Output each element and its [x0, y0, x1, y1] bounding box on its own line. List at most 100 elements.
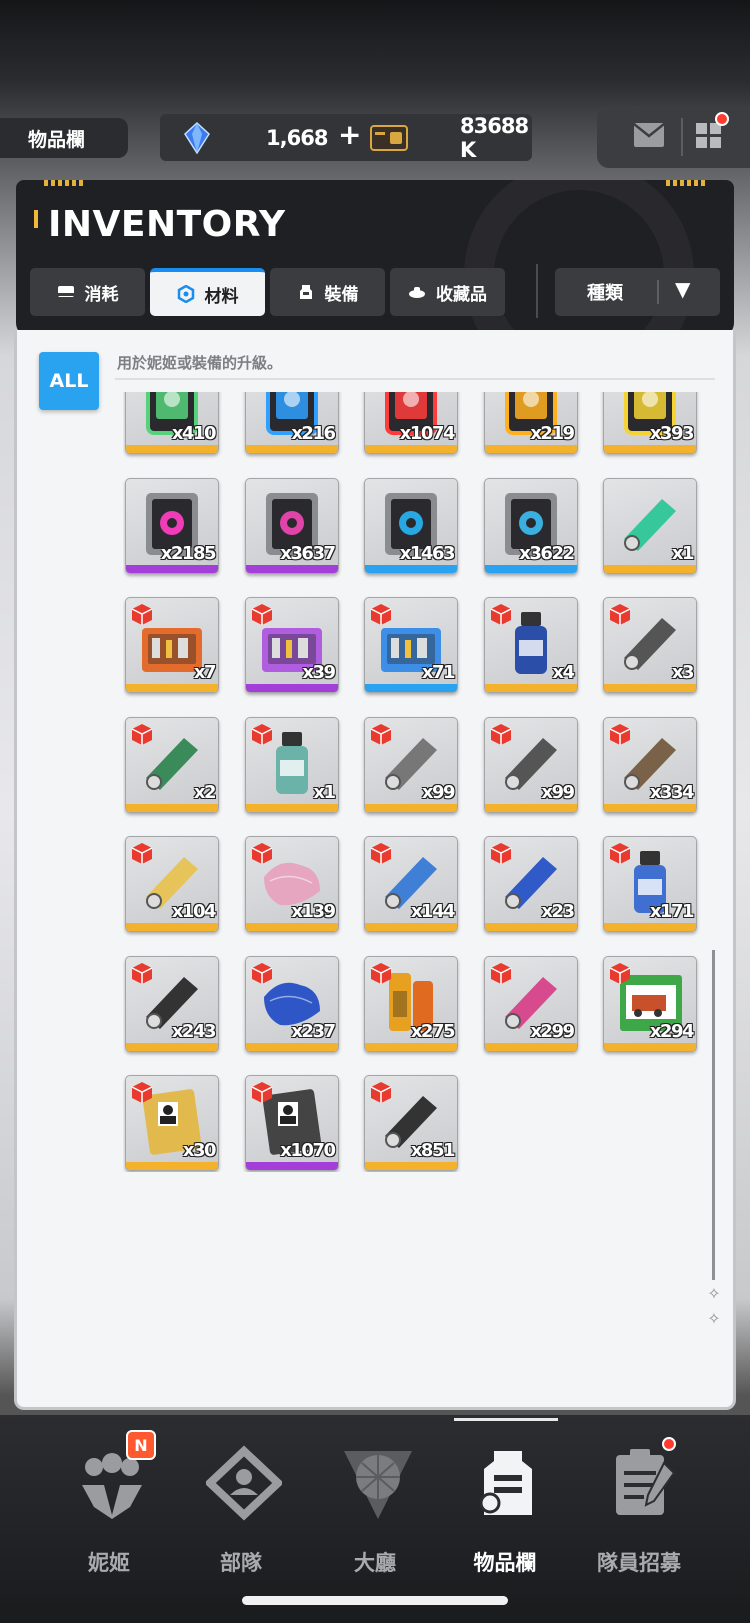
tab-label: 裝備	[324, 284, 359, 305]
rarity-stripe	[245, 803, 338, 812]
item-quantity: x1463	[399, 542, 456, 564]
filter-all-button[interactable]: ALL	[39, 352, 99, 410]
menu-grid-icon[interactable]	[695, 122, 723, 150]
nav-lobby[interactable]: 大廳	[310, 1435, 440, 1585]
inventory-item-file-tool[interactable]: x3	[603, 597, 697, 693]
item-quantity: x2185	[160, 542, 217, 564]
rarity-stripe	[365, 803, 457, 812]
inventory-item-stapler-tool[interactable]: x851	[364, 1075, 458, 1171]
inventory-item-module-cyan-1[interactable]: x1463	[364, 477, 458, 574]
box-tag-icon	[131, 604, 153, 625]
inventory-item-feather-duster[interactable]: x144	[364, 836, 458, 932]
divider	[536, 264, 538, 318]
rarity-stripe	[604, 684, 696, 692]
tab-materials[interactable]: 材料	[150, 268, 265, 316]
inventory-item-core-red[interactable]: x1074	[364, 392, 458, 454]
inventory-item-green-cord[interactable]: x2	[125, 716, 219, 813]
nav-label: 部隊	[220, 1551, 262, 1575]
divider	[115, 378, 715, 380]
inventory-item-battery[interactable]: x275	[364, 955, 458, 1052]
item-quantity: x851	[410, 1140, 456, 1161]
box-tag-icon	[609, 723, 631, 745]
item-quantity: x99	[421, 781, 456, 803]
tab-consumables[interactable]: 消耗	[30, 268, 145, 316]
item-quantity: x3	[671, 662, 695, 683]
item-quantity: x1074	[399, 423, 456, 444]
item-quantity: x294	[649, 1020, 695, 1042]
nav-label: 物品欄	[473, 1551, 537, 1575]
nav-squad[interactable]: 部隊	[176, 1435, 306, 1585]
rarity-stripe	[365, 564, 457, 573]
rarity-stripe	[484, 1042, 577, 1051]
rarity-stripe	[484, 564, 577, 573]
buy-gems-button[interactable]: +	[338, 118, 361, 151]
rarity-stripe	[365, 923, 457, 931]
inventory-header: INVENTORY 消耗 材料 裝備 收藏品 種類 ▼	[16, 180, 734, 337]
rarity-stripe	[245, 923, 338, 931]
item-quantity: x219	[530, 423, 575, 444]
tab-collectibles[interactable]: 收藏品	[390, 268, 505, 316]
scroll-down-icon[interactable]: ✧	[705, 1310, 723, 1328]
scrollbar[interactable]	[712, 950, 715, 1280]
inventory-item-sticky-notes[interactable]: x104	[125, 836, 219, 932]
item-quantity: x334	[649, 781, 695, 803]
inventory-item-polisher[interactable]: x299	[483, 955, 578, 1052]
inventory-item-module-cyan-2[interactable]: x3622	[483, 477, 578, 574]
inventory-item-core-blue[interactable]: x216	[244, 392, 339, 454]
inventory-item-blue-cloth[interactable]: x237	[244, 955, 339, 1052]
inventory-item-id-card-gold[interactable]: x30	[125, 1075, 219, 1171]
inventory-item-spray-bottle[interactable]: x171	[603, 836, 697, 932]
box-tag-icon	[370, 962, 392, 984]
box-tag-icon	[609, 962, 631, 984]
home-indicator	[242, 1596, 508, 1605]
rarity-stripe	[604, 445, 696, 453]
inventory-title: INVENTORY	[48, 204, 286, 245]
credit-count: 83688 K	[460, 113, 529, 162]
rarity-stripe	[126, 803, 218, 812]
tab-equipment[interactable]: 裝備	[270, 268, 385, 316]
scroll-up-icon[interactable]: ✧	[705, 1285, 723, 1303]
title-accent	[34, 210, 38, 228]
inventory-item-pink-cloth[interactable]: x139	[244, 836, 339, 932]
nav-recruit[interactable]: 隊員招募	[574, 1435, 704, 1585]
inventory-item-module-pink-2[interactable]: x3637	[244, 477, 339, 574]
page-title: 物品欄	[0, 118, 128, 158]
bottom-navigation: 妮姬 N 部隊 大廳 物品欄 隊員招募	[0, 1415, 750, 1623]
inventory-item-power-adapter[interactable]: x243	[125, 955, 219, 1052]
mail-icon[interactable]	[633, 122, 665, 148]
item-quantity: x144	[410, 901, 456, 922]
box-tag-icon	[131, 723, 153, 745]
item-quantity: x1	[671, 542, 695, 564]
inventory-item-toolbox-blue[interactable]: x71	[364, 597, 458, 693]
inventory-item-core-green[interactable]: x410	[125, 392, 219, 454]
inventory-item-glue-bottle[interactable]: x4	[483, 597, 578, 693]
credit-icon	[370, 125, 408, 151]
box-tag-icon	[131, 1082, 153, 1103]
inventory-item-core-yellow[interactable]: x393	[603, 392, 697, 454]
item-quantity: x99	[541, 781, 575, 803]
box-tag-icon	[490, 843, 511, 864]
rarity-stripe	[126, 684, 218, 692]
sort-dropdown[interactable]: 種類 ▼	[555, 268, 720, 316]
inventory-item-core-orange[interactable]: x219	[483, 392, 578, 454]
inventory-item-toolbox-purple[interactable]: x39	[244, 597, 339, 693]
tab-label: 收藏品	[436, 284, 487, 305]
inventory-item-sandpaper[interactable]: x334	[603, 716, 697, 813]
inventory-item-green-device[interactable]: x1	[603, 477, 697, 574]
recruit-icon	[616, 1449, 676, 1515]
inventory-item-brush-kit[interactable]: x99	[364, 716, 458, 813]
sort-label: 種類	[587, 283, 623, 304]
inventory-item-module-pink-1[interactable]: x2185	[125, 477, 219, 574]
inventory-item-id-card-black[interactable]: x1070	[244, 1075, 339, 1171]
rarity-stripe	[245, 684, 338, 692]
inventory-item-syringe[interactable]: x23	[483, 836, 578, 932]
inventory-item-chemical-jar[interactable]: x1	[244, 716, 339, 813]
tab-label: 材料	[204, 286, 239, 307]
divider	[681, 118, 683, 156]
box-tag-icon	[251, 962, 272, 984]
box-tag-icon	[251, 1082, 272, 1103]
inventory-item-toolbox-orange[interactable]: x7	[125, 597, 219, 693]
inventory-item-glasses-case[interactable]: x99	[483, 716, 578, 813]
nav-inventory[interactable]: 物品欄	[440, 1435, 570, 1585]
inventory-item-toy-train-box[interactable]: x294	[603, 955, 697, 1052]
